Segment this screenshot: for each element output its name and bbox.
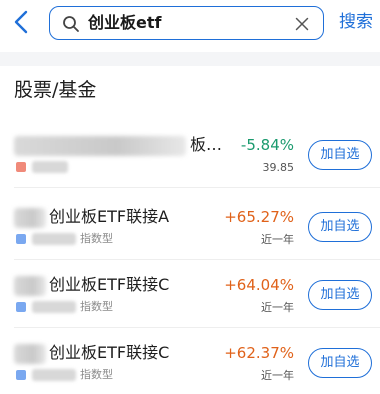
add-watchlist-button[interactable]: 加自选 bbox=[308, 140, 372, 170]
redacted-name bbox=[14, 276, 46, 296]
search-query-text: 创业板etf bbox=[88, 13, 162, 32]
search-icon bbox=[63, 16, 79, 32]
list-item[interactable]: 创业板ETF联接C 指数型 +62.37% 近一年 加自选 bbox=[0, 328, 380, 394]
result-name: 创业板ETF联接C bbox=[49, 343, 170, 362]
result-name: 创业板ETF联接A bbox=[49, 207, 170, 226]
back-button[interactable] bbox=[8, 4, 38, 40]
change-value: +64.04% bbox=[224, 276, 294, 294]
search-button[interactable]: 搜索 bbox=[339, 11, 373, 33]
result-name: 板… bbox=[190, 135, 223, 154]
redacted-code bbox=[32, 161, 68, 173]
list-item[interactable]: 创业板ETF联接A 指数型 +65.27% 近一年 加自选 bbox=[0, 192, 380, 260]
fund-type: 指数型 bbox=[80, 368, 113, 381]
period-label: 近一年 bbox=[261, 233, 294, 246]
add-watchlist-button[interactable]: 加自选 bbox=[308, 212, 372, 242]
price-value: 39.85 bbox=[262, 161, 295, 174]
close-icon[interactable] bbox=[295, 17, 309, 31]
search-input[interactable]: 创业板etf bbox=[49, 6, 324, 40]
period-label: 近一年 bbox=[261, 301, 294, 314]
stock-tag-icon bbox=[16, 162, 26, 172]
fund-type: 指数型 bbox=[80, 300, 113, 313]
redacted-name bbox=[14, 344, 46, 364]
list-item[interactable]: 板… -5.84% 39.85 加自选 bbox=[0, 120, 380, 188]
change-value: -5.84% bbox=[240, 136, 294, 154]
change-value: +65.27% bbox=[224, 208, 294, 226]
redacted-code bbox=[32, 233, 76, 245]
period-label: 近一年 bbox=[261, 369, 294, 382]
redacted-code bbox=[32, 369, 76, 381]
change-value: +62.37% bbox=[224, 344, 294, 362]
result-name: 创业板ETF联接C bbox=[49, 275, 170, 294]
fund-type: 指数型 bbox=[80, 232, 113, 245]
section-divider bbox=[0, 52, 380, 66]
top-bar: 创业板etf 搜索 bbox=[0, 0, 380, 52]
row-divider bbox=[14, 187, 380, 188]
fund-tag-icon bbox=[16, 302, 26, 312]
fund-tag-icon bbox=[16, 234, 26, 244]
redacted-name bbox=[14, 208, 46, 228]
fund-tag-icon bbox=[16, 370, 26, 380]
add-watchlist-button[interactable]: 加自选 bbox=[308, 348, 372, 378]
list-item[interactable]: 创业板ETF联接C 指数型 +64.04% 近一年 加自选 bbox=[0, 260, 380, 328]
redacted-code bbox=[32, 301, 76, 313]
chevron-left-icon bbox=[14, 10, 28, 34]
section-title: 股票/基金 bbox=[14, 79, 97, 101]
redacted-name bbox=[14, 136, 186, 156]
add-watchlist-button[interactable]: 加自选 bbox=[308, 280, 372, 310]
